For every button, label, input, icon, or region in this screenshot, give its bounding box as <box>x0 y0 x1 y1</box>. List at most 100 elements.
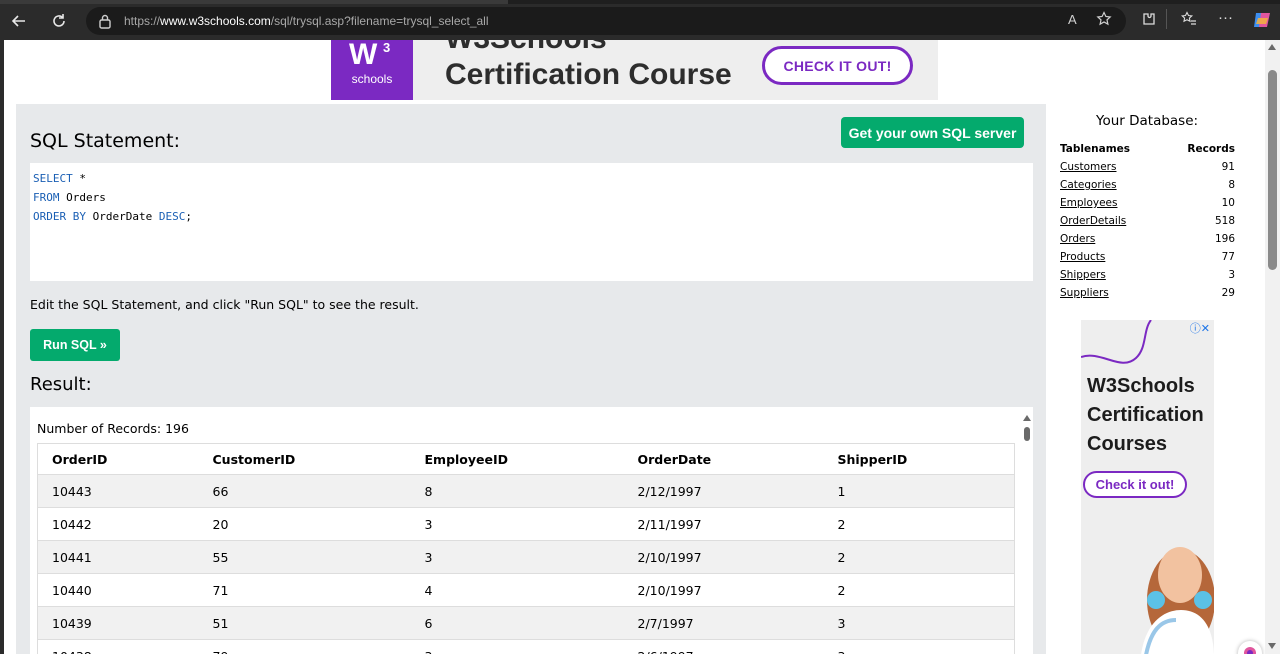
banner-check-it-out-button[interactable]: CHECK IT OUT! <box>762 46 913 85</box>
side-ad[interactable]: ⓘ✕ W3Schools Certification Courses Check… <box>1081 320 1214 654</box>
column-header: OrderID <box>37 443 199 475</box>
cell: 3 <box>410 540 624 574</box>
tablenames-header: Tablenames <box>1060 143 1131 155</box>
browser-toolbar: https://www.w3schools.com/sql/trysql.asp… <box>0 0 1280 40</box>
database-header-row: Tablenames Records <box>1060 140 1240 158</box>
logo-text: schools <box>351 72 393 86</box>
favorites-icon[interactable] <box>1180 11 1197 31</box>
result-heading: Result: <box>30 374 92 395</box>
address-bar[interactable]: https://www.w3schools.com/sql/trysql.asp… <box>86 7 1126 35</box>
scroll-down-arrow-icon[interactable] <box>1268 643 1276 649</box>
side-ad-check-it-out-button[interactable]: Check it out! <box>1083 471 1187 498</box>
record-count: 8 <box>1228 179 1235 191</box>
banner-heading: Certification Course <box>445 58 732 91</box>
scroll-up-arrow-icon[interactable] <box>1023 415 1031 421</box>
assistant-icon[interactable] <box>1238 641 1262 654</box>
copilot-icon[interactable] <box>1252 10 1272 34</box>
table-link-customers[interactable]: Customers <box>1060 158 1116 176</box>
table-link-employees[interactable]: Employees <box>1060 194 1117 212</box>
column-header: CustomerID <box>198 443 411 475</box>
table-link-categories[interactable]: Categories <box>1060 176 1117 194</box>
number-of-records: Number of Records: 196 <box>37 421 189 436</box>
back-icon[interactable] <box>6 8 32 34</box>
url-text: https://www.w3schools.com/sql/trysql.asp… <box>124 14 489 28</box>
banner-ad[interactable]: W 3 schools W3Schools Certification Cour… <box>331 40 938 100</box>
cell: 10443 <box>37 474 199 508</box>
cell: 2/12/1997 <box>623 474 824 508</box>
cell: 2/10/1997 <box>623 573 824 607</box>
scroll-up-arrow-icon[interactable] <box>1268 44 1276 50</box>
tab-strip <box>0 0 1280 4</box>
side-ad-line: Courses <box>1087 433 1168 455</box>
table-link-shippers[interactable]: Shippers <box>1060 266 1106 284</box>
database-row: Shippers 3 <box>1060 266 1240 284</box>
code-line: FROM Orders <box>33 191 106 204</box>
w3schools-logo: W 3 schools <box>331 40 413 100</box>
cell: 2/11/1997 <box>623 507 824 541</box>
cell: 3 <box>823 606 1015 640</box>
table-link-products[interactable]: Products <box>1060 248 1105 266</box>
cell: 10439 <box>37 606 199 640</box>
cell: 66 <box>198 474 411 508</box>
cell: 71 <box>198 573 411 607</box>
table-row: 10443 66 8 2/12/1997 1 <box>37 474 1015 508</box>
page: W 3 schools W3Schools Certification Cour… <box>4 40 1265 654</box>
logo-mark: W <box>349 40 378 71</box>
cell: 8 <box>410 474 624 508</box>
column-header: OrderDate <box>623 443 824 475</box>
cell: 20 <box>198 507 411 541</box>
extensions-icon[interactable] <box>1141 11 1157 31</box>
table-row: 10438 79 3 2/6/1997 3 <box>37 639 1015 654</box>
cell: 79 <box>198 639 411 654</box>
logo-sup: 3 <box>383 40 391 55</box>
cell: 3 <box>410 507 624 541</box>
table-header-row: OrderID CustomerID EmployeeID OrderDate … <box>37 443 1015 475</box>
lock-icon <box>99 14 111 29</box>
divider <box>1166 9 1168 33</box>
active-tab[interactable] <box>0 0 508 4</box>
cell: 51 <box>198 606 411 640</box>
database-row: Customers 91 <box>1060 158 1240 176</box>
student-photo <box>1141 547 1214 654</box>
read-aloud-icon[interactable]: A <box>1068 12 1077 27</box>
page-scrollbar[interactable] <box>1265 40 1280 654</box>
code-line: SELECT * <box>33 172 86 185</box>
record-count: 91 <box>1221 161 1235 173</box>
banner-heading-top: W3Schools <box>445 40 607 56</box>
side-ad-line: Certification <box>1087 404 1204 426</box>
database-table-list: Tablenames Records Customers 91 Categori… <box>1060 140 1240 302</box>
cell: 2/10/1997 <box>623 540 824 574</box>
database-row: Employees 10 <box>1060 194 1240 212</box>
record-count: 77 <box>1221 251 1235 263</box>
scroll-thumb[interactable] <box>1024 427 1030 441</box>
favorite-star-icon[interactable] <box>1096 11 1112 30</box>
table-link-orderdetails[interactable]: OrderDetails <box>1060 212 1126 230</box>
record-count: 518 <box>1214 215 1235 227</box>
record-count: 29 <box>1221 287 1235 299</box>
table-row: 10439 51 6 2/7/1997 3 <box>37 606 1015 640</box>
get-own-sql-server-button[interactable]: Get your own SQL server <box>841 117 1024 148</box>
table-link-orders[interactable]: Orders <box>1060 230 1095 248</box>
refresh-icon[interactable] <box>46 8 72 34</box>
side-ad-heading: W3Schools Certification Courses <box>1087 372 1214 459</box>
scroll-thumb[interactable] <box>1268 70 1277 270</box>
record-count: 3 <box>1228 269 1235 281</box>
records-header: Records <box>1187 143 1235 155</box>
cell: 2 <box>823 507 1015 541</box>
adchoices-icon[interactable]: ⓘ✕ <box>1190 320 1210 336</box>
result-scrollbar[interactable] <box>1020 407 1033 654</box>
cell: 4 <box>410 573 624 607</box>
menu-icon[interactable]: ··· <box>1218 9 1233 26</box>
sql-editor[interactable]: SELECT * FROM Orders ORDER BY OrderDate … <box>30 163 1033 281</box>
record-count: 196 <box>1214 233 1235 245</box>
column-header: ShipperID <box>823 443 1015 475</box>
cell: 3 <box>823 639 1015 654</box>
cell: 2 <box>823 573 1015 607</box>
table-link-suppliers[interactable]: Suppliers <box>1060 284 1109 302</box>
cell: 3 <box>410 639 624 654</box>
your-database-heading: Your Database: <box>1096 113 1199 129</box>
cell: 10441 <box>37 540 199 574</box>
cell: 2/6/1997 <box>623 639 824 654</box>
database-row: Suppliers 29 <box>1060 284 1240 302</box>
run-sql-button[interactable]: Run SQL » <box>30 329 120 361</box>
